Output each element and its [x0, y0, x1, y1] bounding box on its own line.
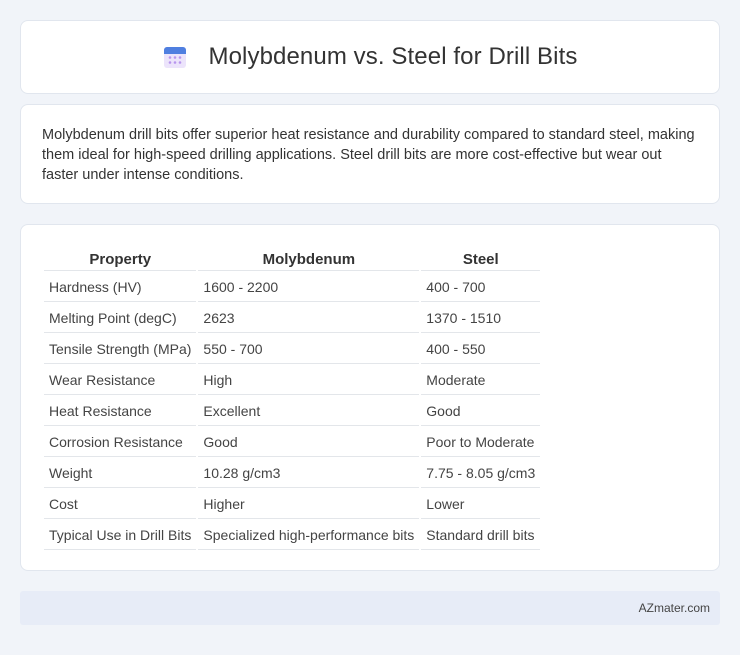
cell-property: Cost	[44, 490, 197, 519]
table-row: Typical Use in Drill Bits Specialized hi…	[44, 521, 541, 550]
cell-molybdenum: Excellent	[198, 397, 420, 426]
footer-site-name: AZmater.com	[638, 601, 710, 615]
cell-molybdenum: High	[198, 366, 420, 395]
comparison-card: Property Molybdenum Steel Hardness (HV) …	[20, 224, 720, 571]
header-steel: Steel	[421, 247, 541, 271]
table-row: Heat Resistance Excellent Good	[44, 397, 541, 426]
cell-molybdenum: 1600 - 2200	[198, 273, 420, 302]
table-row: Hardness (HV) 1600 - 2200 400 - 700	[44, 273, 541, 302]
header-property: Property	[44, 247, 197, 271]
comparison-table: Property Molybdenum Steel Hardness (HV) …	[42, 245, 542, 552]
calendar-icon	[163, 47, 186, 68]
cell-steel: 400 - 700	[421, 273, 541, 302]
cell-molybdenum: 550 - 700	[198, 335, 420, 364]
cell-property: Tensile Strength (MPa)	[44, 335, 197, 364]
description-text: Molybdenum drill bits offer superior hea…	[42, 127, 695, 183]
cell-property: Corrosion Resistance	[44, 428, 197, 457]
table-header-row: Property Molybdenum Steel	[44, 247, 541, 271]
cell-steel: Moderate	[421, 366, 541, 395]
table-row: Tensile Strength (MPa) 550 - 700 400 - 5…	[44, 335, 541, 364]
table-row: Corrosion Resistance Good Poor to Modera…	[44, 428, 541, 457]
cell-property: Weight	[44, 459, 197, 488]
cell-steel: 7.75 - 8.05 g/cm3	[421, 459, 541, 488]
cell-property: Typical Use in Drill Bits	[44, 521, 197, 550]
table-row: Weight 10.28 g/cm3 7.75 - 8.05 g/cm3	[44, 459, 541, 488]
header-molybdenum: Molybdenum	[198, 247, 420, 271]
table-row: Cost Higher Lower	[44, 490, 541, 519]
description-card: Molybdenum drill bits offer superior hea…	[20, 104, 720, 204]
cell-steel: 400 - 550	[421, 335, 541, 364]
cell-molybdenum: Good	[198, 428, 420, 457]
title-card: Molybdenum vs. Steel for Drill Bits	[20, 20, 720, 94]
cell-steel: 1370 - 1510	[421, 304, 541, 333]
cell-molybdenum: Higher	[198, 490, 420, 519]
cell-steel: Poor to Moderate	[421, 428, 541, 457]
page-title: Molybdenum vs. Steel for Drill Bits	[208, 43, 578, 70]
cell-property: Melting Point (degC)	[44, 304, 197, 333]
title-wrap: Molybdenum vs. Steel for Drill Bits	[163, 43, 578, 71]
cell-steel: Good	[421, 397, 541, 426]
cell-molybdenum: 10.28 g/cm3	[198, 459, 420, 488]
cell-property: Hardness (HV)	[44, 273, 197, 302]
cell-property: Wear Resistance	[44, 366, 197, 395]
table-row: Wear Resistance High Moderate	[44, 366, 541, 395]
table-row: Melting Point (degC) 2623 1370 - 1510	[44, 304, 541, 333]
cell-molybdenum: 2623	[198, 304, 420, 333]
cell-steel: Lower	[421, 490, 541, 519]
footer: AZmater.com	[20, 591, 720, 625]
cell-property: Heat Resistance	[44, 397, 197, 426]
cell-molybdenum: Specialized high-performance bits	[198, 521, 420, 550]
cell-steel: Standard drill bits	[421, 521, 541, 550]
